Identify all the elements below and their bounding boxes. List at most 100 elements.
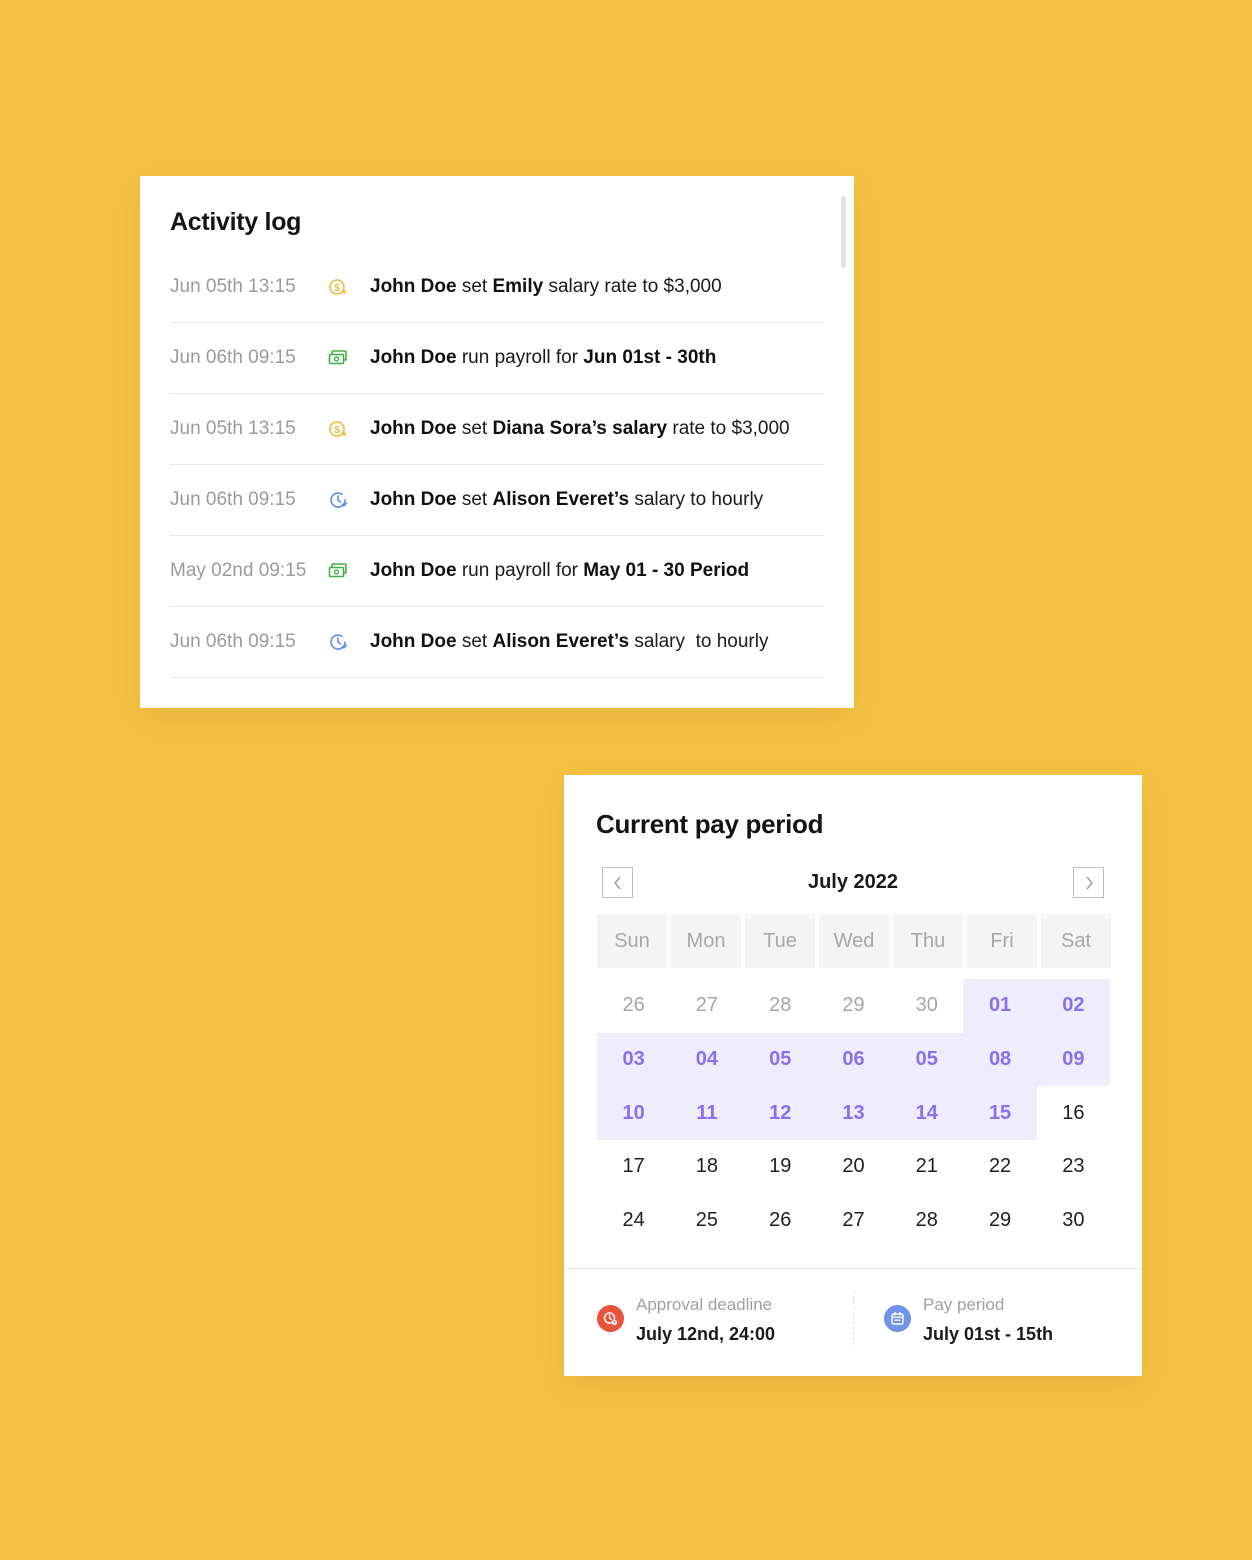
log-message: John Doe run payroll for Jun 01st - 30th	[370, 347, 716, 369]
calendar-day-in-period[interactable]: 13	[816, 1086, 891, 1141]
calendar-day-in-period[interactable]: 03	[597, 1032, 671, 1087]
calendar-day-in-period[interactable]: 02	[1036, 979, 1110, 1033]
calendar-day[interactable]: 24	[597, 1194, 670, 1248]
calendar-day[interactable]: 27	[817, 1194, 890, 1248]
calendar-day[interactable]: 17	[597, 1140, 670, 1194]
weekday-header: Sun Mon Tue Wed Thu Fri Sat	[597, 914, 1111, 968]
log-timestamp: Jun 05th 13:15	[170, 418, 296, 439]
pay-period-title: Current pay period	[596, 809, 824, 839]
calendar-day[interactable]: 19	[744, 1140, 817, 1194]
activity-log-row[interactable]: Jun 06th 09:15 John Doe run payroll for J…	[170, 323, 824, 394]
log-message: John Doe set Alison Everet’s salary to h…	[370, 631, 768, 653]
calendar-day[interactable]: 21	[890, 1140, 963, 1194]
weekday-label: Tue	[745, 914, 815, 968]
month-label: July 2022	[807, 871, 899, 893]
calendar-icon	[884, 1305, 911, 1332]
activity-log-row[interactable]: Jun 05th 13:15 $ John Doe set Diana Sora’s…	[170, 394, 824, 465]
approval-deadline-label: Approval deadline	[636, 1295, 773, 1314]
calendar-day[interactable]: 16	[1037, 1086, 1110, 1140]
log-timestamp: Jun 05th 13:15	[170, 276, 296, 297]
log-verb: set	[456, 489, 493, 510]
log-verb: run payroll for	[456, 560, 584, 581]
calendar-day[interactable]: 18	[670, 1140, 743, 1194]
weekday-label: Sat	[1041, 914, 1111, 968]
weekday-label: Fri	[967, 914, 1037, 968]
activity-log-card: Activity log Jun 05th 13:15 $ John Doe set…	[140, 176, 854, 708]
activity-log-row[interactable]: Jun 06th 09:15 John Doe set Alison Everet…	[170, 607, 824, 678]
log-message: John Doe run payroll for May 01 - 30 Per…	[370, 560, 749, 582]
calendar-day-in-period[interactable]: 09	[1036, 1032, 1110, 1087]
calendar-day-in-period[interactable]: 06	[816, 1032, 891, 1087]
log-verb: set	[456, 418, 493, 439]
calendar-day-in-period[interactable]: 11	[670, 1086, 744, 1141]
scrollbar[interactable]	[841, 196, 846, 268]
log-message: John Doe set Emily salary rate to $3,000	[370, 276, 722, 298]
log-message: John Doe set Alison Everet’s salary to h…	[370, 489, 763, 511]
approval-deadline-value: July 12nd, 24:00	[636, 1324, 776, 1344]
log-verb: set	[456, 631, 493, 652]
log-message: John Doe set Diana Sora’s salary rate to…	[370, 418, 790, 440]
log-subject[interactable]: Alison Everet’s	[492, 631, 629, 652]
banknote-icon	[328, 562, 370, 580]
log-actor[interactable]: John Doe	[370, 347, 457, 368]
calendar-day-in-period[interactable]: 10	[597, 1086, 671, 1141]
calendar-day[interactable]: 26	[744, 1194, 817, 1248]
dollar-coin-icon: $	[328, 419, 370, 439]
banknote-icon	[328, 349, 370, 367]
pay-period-label: Pay period	[923, 1295, 1005, 1314]
calendar-day-in-period[interactable]: 05	[743, 1032, 817, 1087]
calendar-day-in-period[interactable]: 14	[890, 1086, 964, 1141]
calendar-day-in-period[interactable]: 04	[670, 1032, 744, 1087]
calendar-day-in-period[interactable]: 05	[890, 1032, 964, 1087]
calendar-day[interactable]: 20	[817, 1140, 890, 1194]
log-subject[interactable]: May 01 - 30 Period	[583, 560, 749, 581]
weekday-label: Wed	[819, 914, 889, 968]
pay-period-summary: Pay period July 01st - 15th	[884, 1294, 1053, 1345]
log-timestamp: Jun 06th 09:15	[170, 347, 296, 368]
activity-log-list: Jun 05th 13:15 $ John Doe set Emily salary…	[170, 252, 824, 678]
log-actor[interactable]: John Doe	[370, 418, 457, 439]
weekday-label: Mon	[671, 914, 741, 968]
log-detail: salary to hourly	[629, 631, 769, 652]
activity-log-row[interactable]: Jun 06th 09:15 John Doe set Alison Everet…	[170, 465, 824, 536]
deadline-clock-icon	[597, 1305, 624, 1332]
pay-period-card: Current pay period July 2022 Sun Mon Tue We…	[564, 775, 1142, 1376]
activity-log-row[interactable]: May 02nd 09:15 John Doe run payroll for M…	[170, 536, 824, 607]
clock-icon	[328, 490, 370, 510]
calendar-day-in-period[interactable]: 08	[963, 1032, 1037, 1087]
log-detail: rate to $3,000	[667, 418, 790, 439]
next-month-button[interactable]	[1073, 867, 1104, 898]
weekday-label: Sun	[597, 914, 667, 968]
log-detail: salary rate to $3,000	[543, 276, 722, 297]
calendar-day[interactable]: 28	[744, 979, 817, 1033]
calendar-day[interactable]: 28	[890, 1194, 963, 1248]
log-timestamp: Jun 06th 09:15	[170, 489, 296, 510]
log-subject[interactable]: Emily	[492, 276, 543, 297]
calendar-day-in-period[interactable]: 15	[963, 1086, 1037, 1141]
log-verb: set	[456, 276, 493, 297]
log-actor[interactable]: John Doe	[370, 560, 457, 581]
log-subject[interactable]: Jun 01st - 30th	[583, 347, 716, 368]
calendar-day-in-period[interactable]: 01	[963, 979, 1037, 1033]
calendar-day[interactable]: 29	[963, 1194, 1036, 1248]
log-actor[interactable]: John Doe	[370, 276, 457, 297]
calendar-day[interactable]: 27	[670, 979, 743, 1033]
activity-log-title: Activity log	[170, 208, 302, 236]
calendar-day[interactable]: 23	[1037, 1140, 1110, 1194]
log-actor[interactable]: John Doe	[370, 631, 457, 652]
activity-log-row[interactable]: Jun 05th 13:15 $ John Doe set Emily salary…	[170, 252, 824, 323]
calendar-day[interactable]: 22	[963, 1140, 1036, 1194]
log-subject[interactable]: Diana Sora’s salary	[492, 418, 667, 439]
log-actor[interactable]: John Doe	[370, 489, 457, 510]
pay-period-footer: Approval deadline July 12nd, 24:00 Pay p…	[564, 1268, 1142, 1376]
calendar-day[interactable]: 30	[890, 979, 963, 1033]
calendar-day-in-period[interactable]: 12	[743, 1086, 817, 1141]
calendar-day[interactable]: 30	[1037, 1194, 1110, 1248]
calendar-day[interactable]: 26	[597, 979, 670, 1033]
clock-icon	[328, 632, 370, 652]
calendar-day[interactable]: 25	[670, 1194, 743, 1248]
log-verb: run payroll for	[456, 347, 584, 368]
pay-period-value: July 01st - 15th	[923, 1324, 1054, 1344]
calendar-day[interactable]: 29	[817, 979, 890, 1033]
log-subject[interactable]: Alison Everet’s	[492, 489, 629, 510]
